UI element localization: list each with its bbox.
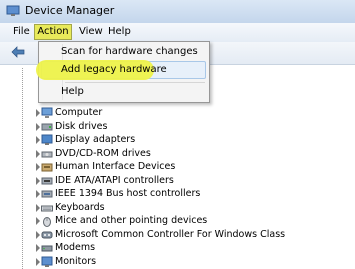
controller-icon (41, 231, 53, 239)
expand-arrow-icon[interactable] (36, 150, 40, 158)
title-bar: Device Manager (0, 0, 355, 23)
expand-arrow-icon[interactable] (36, 231, 40, 239)
menu-item-add-legacy-hardware[interactable]: Add legacy hardware (61, 62, 167, 78)
tree-item-label: Keyboards (55, 202, 105, 213)
computer-icon (41, 107, 53, 118)
ieee1394-icon (41, 190, 53, 198)
expand-arrow-icon[interactable] (36, 217, 40, 225)
expand-arrow-icon[interactable] (36, 123, 40, 131)
display-icon (41, 134, 53, 145)
hid-icon (41, 163, 53, 172)
tree-item-label: Mice and other pointing devices (55, 215, 208, 226)
expand-arrow-icon[interactable] (36, 109, 40, 117)
tree-item-label: Computer (55, 107, 103, 118)
menu-action[interactable]: Action (34, 24, 72, 40)
tree-item-label: Microsoft Common Controller For Windows … (55, 229, 286, 240)
expand-arrow-icon[interactable] (36, 204, 40, 212)
back-arrow-icon[interactable] (11, 46, 25, 58)
menu-bar: File Action View Help (0, 23, 355, 42)
device-manager-icon (6, 5, 20, 16)
tree-item-label: Human Interface Devices (55, 161, 176, 172)
expand-arrow-icon[interactable] (36, 136, 40, 144)
tree-item-label: Monitors (55, 256, 97, 267)
tree-item-label: Disk drives (55, 121, 108, 132)
expand-arrow-icon[interactable] (36, 163, 40, 171)
device-manager-window: Device Manager File Action View Help Com… (0, 0, 355, 269)
expand-arrow-icon[interactable] (36, 190, 40, 198)
menu-item-scan-hardware[interactable]: Scan for hardware changes (61, 44, 198, 60)
dvd-icon (41, 151, 53, 158)
modem-icon (41, 245, 53, 252)
tree-item-label: IDE ATA/ATAPI controllers (55, 175, 174, 186)
mouse-icon (43, 217, 51, 227)
menu-view[interactable]: View (79, 25, 103, 39)
tree-item-label: Display adapters (55, 134, 136, 145)
tree-item-label: IEEE 1394 Bus host controllers (55, 188, 201, 199)
tree-connector-line (22, 68, 23, 269)
expand-arrow-icon[interactable] (36, 258, 40, 266)
disk-icon (41, 123, 53, 131)
menu-help[interactable]: Help (108, 25, 131, 39)
keyboard-icon (41, 205, 53, 212)
menu-item-help[interactable]: Help (61, 84, 84, 100)
expand-arrow-icon[interactable] (36, 244, 40, 252)
action-dropdown-menu: Scan for hardware changes Add legacy har… (36, 41, 210, 103)
window-title: Device Manager (25, 4, 115, 17)
menu-separator (65, 82, 205, 83)
tree-item-label: DVD/CD-ROM drives (55, 148, 151, 159)
ide-icon (41, 177, 53, 185)
menu-file[interactable]: File (13, 25, 30, 39)
expand-arrow-icon[interactable] (36, 177, 40, 185)
tree-item-label: Modems (55, 242, 96, 253)
monitor-icon (41, 256, 53, 267)
